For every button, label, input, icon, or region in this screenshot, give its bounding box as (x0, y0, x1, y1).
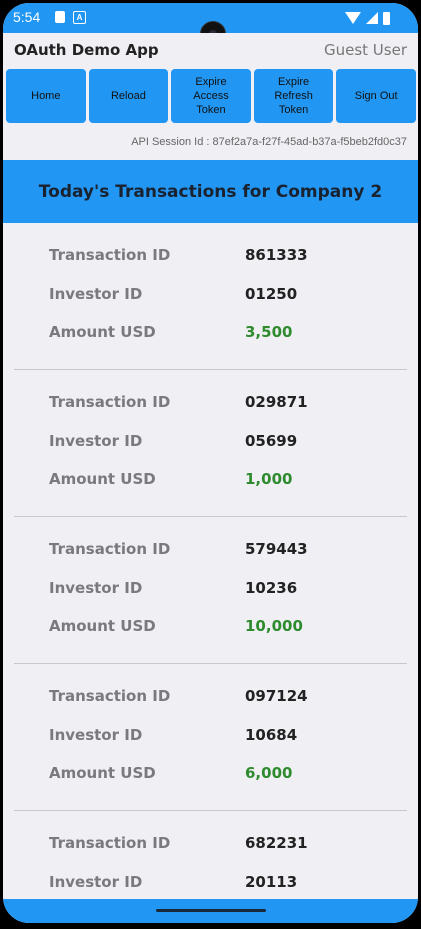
status-icons (345, 10, 390, 26)
investor-id-value: 01250 (245, 285, 298, 303)
transaction-id-label: Transaction ID (49, 246, 171, 264)
sign-out-button[interactable]: Sign Out (336, 69, 416, 123)
transaction-id-row: Transaction ID 682231 (3, 834, 418, 858)
navigation-bar (3, 899, 418, 923)
transaction-id-value: 097124 (245, 687, 308, 705)
transaction-id-row: Transaction ID 579443 (3, 540, 418, 564)
transactions-title: Today's Transactions for Company 2 (38, 181, 383, 202)
reload-button[interactable]: Reload (88, 69, 169, 123)
amount-value: 3,500 (245, 323, 293, 341)
transaction-item: Transaction ID 097124 Investor ID 10684 … (3, 664, 418, 811)
transaction-id-value: 861333 (245, 246, 308, 264)
amount-label: Amount USD (49, 470, 156, 488)
status-time: 5:54 (13, 9, 41, 25)
device-frame: 5:54 A OAuth Demo App Guest User Home Re… (0, 0, 421, 929)
investor-id-row: Investor ID 10236 (3, 579, 418, 603)
status-bar: 5:54 A (3, 3, 418, 47)
transactions-header: Today's Transactions for Company 2 (3, 160, 418, 223)
transaction-list[interactable]: Transaction ID 861333 Investor ID 01250 … (3, 223, 418, 899)
investor-id-label: Investor ID (49, 432, 143, 450)
amount-label: Amount USD (49, 323, 156, 341)
transaction-id-row: Transaction ID 029871 (3, 393, 418, 417)
transaction-id-row: Transaction ID 097124 (3, 687, 418, 711)
transaction-item: Transaction ID 682231 Investor ID 20113 (3, 811, 418, 899)
amount-row: Amount USD 3,500 (3, 323, 418, 347)
current-user: Guest User (323, 41, 407, 59)
signal-icon (366, 12, 378, 24)
investor-id-value: 05699 (245, 432, 298, 450)
amount-value: 1,000 (245, 470, 293, 488)
investor-id-value: 10236 (245, 579, 298, 597)
investor-id-row: Investor ID 20113 (3, 873, 418, 897)
battery-icon (383, 11, 390, 25)
investor-id-row: Investor ID 01250 (3, 285, 418, 309)
nav-button-row: Home Reload Expire Access Token Expire R… (6, 69, 416, 123)
investor-id-label: Investor ID (49, 873, 143, 891)
home-button[interactable]: Home (6, 69, 86, 123)
transaction-id-value: 029871 (245, 393, 308, 411)
notification-a-icon: A (73, 11, 86, 24)
expire-refresh-token-button[interactable]: Expire Refresh Token (253, 69, 334, 123)
app-title: OAuth Demo App (14, 41, 159, 59)
investor-id-row: Investor ID 05699 (3, 432, 418, 456)
investor-id-label: Investor ID (49, 285, 143, 303)
app-bar: OAuth Demo App Guest User (3, 33, 418, 67)
transaction-id-label: Transaction ID (49, 687, 171, 705)
expire-access-token-button[interactable]: Expire Access Token (171, 69, 251, 123)
investor-id-value: 10684 (245, 726, 298, 744)
api-session-id: API Session Id : 87ef2a7a-f27f-45ad-b37a… (131, 136, 407, 148)
transaction-item: Transaction ID 029871 Investor ID 05699 … (3, 370, 418, 517)
investor-id-row: Investor ID 10684 (3, 726, 418, 750)
sim-card-icon (55, 11, 65, 23)
transaction-id-label: Transaction ID (49, 834, 171, 852)
app-screen: 5:54 A OAuth Demo App Guest User Home Re… (3, 3, 418, 923)
investor-id-value: 20113 (245, 873, 298, 891)
transaction-id-value: 579443 (245, 540, 308, 558)
transaction-id-label: Transaction ID (49, 540, 171, 558)
amount-label: Amount USD (49, 764, 156, 782)
transaction-id-row: Transaction ID 861333 (3, 246, 418, 270)
amount-row: Amount USD 6,000 (3, 764, 418, 788)
transaction-id-label: Transaction ID (49, 393, 171, 411)
amount-value: 6,000 (245, 764, 293, 782)
investor-id-label: Investor ID (49, 579, 143, 597)
amount-value: 10,000 (245, 617, 303, 635)
amount-row: Amount USD 10,000 (3, 617, 418, 641)
amount-row: Amount USD 1,000 (3, 470, 418, 494)
investor-id-label: Investor ID (49, 726, 143, 744)
wifi-icon (345, 12, 361, 24)
transaction-item: Transaction ID 579443 Investor ID 10236 … (3, 517, 418, 664)
home-indicator[interactable] (156, 909, 266, 912)
amount-label: Amount USD (49, 617, 156, 635)
transaction-id-value: 682231 (245, 834, 308, 852)
transaction-item: Transaction ID 861333 Investor ID 01250 … (3, 223, 418, 370)
